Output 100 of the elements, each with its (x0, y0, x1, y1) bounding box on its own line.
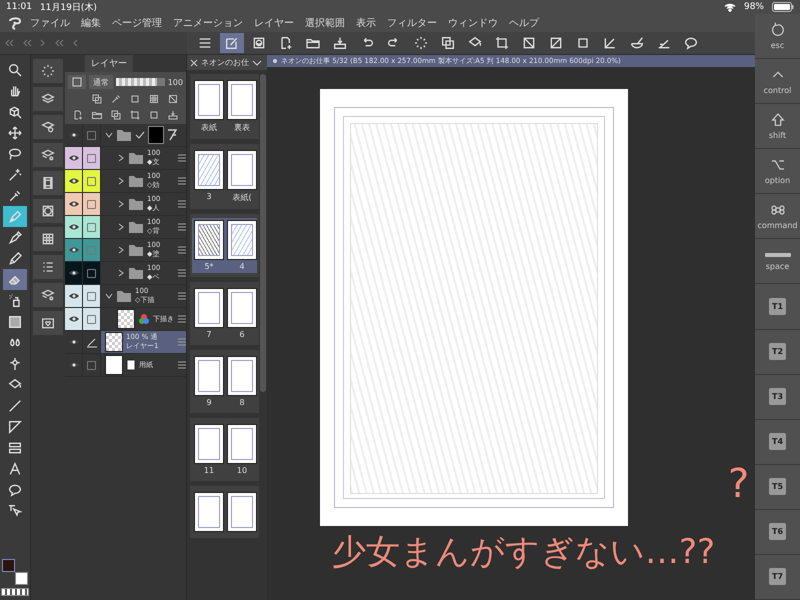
eye-icon[interactable] (68, 223, 80, 231)
drag-handle-icon[interactable] (178, 154, 186, 162)
eye-icon[interactable] (68, 269, 80, 277)
drag-handle-icon[interactable] (178, 315, 186, 323)
menu-item[interactable]: アニメーション (168, 16, 248, 30)
checkbox[interactable] (87, 246, 96, 254)
checkbox[interactable] (87, 360, 96, 370)
dotted-circle-button[interactable] (33, 59, 63, 83)
folder-icon[interactable] (91, 109, 103, 121)
chevron-icon[interactable] (105, 292, 113, 300)
grid-icon[interactable] (148, 93, 160, 105)
shortcut-key[interactable]: T4 (755, 420, 800, 465)
collapse-arrows-icon[interactable] (54, 39, 64, 47)
transparent-color-swatch[interactable] (1, 588, 29, 596)
checkbox[interactable] (87, 314, 96, 324)
drag-handle-icon[interactable] (178, 361, 186, 369)
tray-icon[interactable] (167, 109, 179, 121)
page-thumbnail[interactable] (227, 150, 257, 190)
shortcut-key[interactable]: T1 (755, 284, 800, 330)
chevron-left-icon[interactable] (72, 39, 78, 47)
menu-item[interactable]: レイヤー (249, 16, 299, 30)
close-icon[interactable] (190, 58, 198, 66)
shortcut-key[interactable]: T3 (755, 374, 800, 420)
eye-icon[interactable] (68, 338, 80, 346)
page-thumbnail[interactable] (194, 492, 224, 532)
drag-handle-icon[interactable] (178, 177, 186, 185)
eyedropper-icon[interactable] (110, 93, 122, 105)
layers-gear-button[interactable] (33, 143, 63, 167)
eye-icon[interactable] (68, 246, 80, 254)
drag-handle-icon[interactable] (178, 338, 186, 346)
page-thumbnail[interactable] (227, 356, 257, 396)
opacity-slider[interactable] (116, 78, 165, 86)
main-color-swatch[interactable] (2, 559, 15, 572)
layer-row[interactable] (65, 124, 186, 147)
menu-item[interactable]: ページ管理 (107, 16, 167, 30)
menu-item[interactable]: フィルター (382, 16, 442, 30)
page-thumbnail[interactable] (194, 80, 224, 120)
page-thumbnail[interactable] (227, 80, 257, 120)
page-thumbnail[interactable] (194, 424, 224, 464)
eye-icon[interactable] (68, 315, 80, 323)
eye-icon[interactable] (68, 361, 80, 369)
checkbox[interactable] (87, 222, 96, 232)
checkbox[interactable] (87, 130, 96, 140)
page-thumbnail[interactable] (227, 492, 257, 532)
chevron-icon[interactable] (117, 154, 125, 162)
blend-mode-select[interactable]: 通常 (89, 75, 113, 89)
eye-icon[interactable] (68, 177, 80, 185)
page-thumbnail[interactable] (194, 356, 224, 396)
shortcut-key[interactable]: space (755, 239, 800, 284)
app-logo-icon[interactable] (6, 16, 24, 30)
page-thumbnail[interactable] (194, 288, 224, 328)
page-thumbnail[interactable] (227, 424, 257, 464)
collapse-arrows-icon[interactable] (4, 39, 14, 47)
page-thumbnail[interactable] (194, 150, 224, 190)
menu-item[interactable]: ファイル (25, 16, 75, 30)
menu-item[interactable]: 表示 (351, 16, 381, 30)
chevron-icon[interactable] (117, 246, 125, 254)
rounded-square-icon[interactable] (148, 109, 160, 121)
pen-square-button[interactable] (220, 33, 244, 53)
eye-icon[interactable] (68, 200, 80, 208)
shortcut-key[interactable]: T5 (755, 464, 800, 510)
pen-icon[interactable] (86, 336, 98, 348)
eye-icon[interactable] (68, 292, 80, 300)
page-thumbnail[interactable] (227, 288, 257, 328)
shortcut-key[interactable]: T2 (755, 330, 800, 375)
overlapping-squares-icon[interactable] (110, 109, 122, 121)
checkbox[interactable] (87, 154, 96, 162)
eye-icon[interactable] (68, 154, 80, 162)
collapse-arrows-icon[interactable] (22, 39, 32, 47)
drag-handle-icon[interactable] (178, 269, 186, 277)
overlapping-squares-icon[interactable] (91, 93, 103, 105)
shortcut-key[interactable]: T6 (755, 510, 800, 555)
drag-handle-icon[interactable] (178, 246, 186, 254)
layers-circle-button[interactable] (33, 115, 63, 139)
page-thumbnail[interactable] (194, 220, 224, 260)
checkbox[interactable] (87, 176, 96, 186)
shortcut-key[interactable]: T7 (755, 554, 800, 600)
layer-color-select[interactable] (68, 75, 86, 89)
shortcut-key[interactable]: shift (755, 104, 800, 150)
scrollbar[interactable] (260, 74, 266, 392)
layers-gear-button[interactable] (33, 283, 63, 307)
heart-folder-button[interactable] (33, 311, 63, 335)
menu-item[interactable]: 選択範囲 (300, 16, 350, 30)
grid-button[interactable] (33, 227, 63, 251)
chevron-icon[interactable] (117, 269, 125, 277)
film-button[interactable] (33, 171, 63, 195)
checkbox[interactable] (87, 292, 96, 300)
drag-handle-icon[interactable] (178, 223, 186, 231)
menu-item[interactable]: ウィンドウ (443, 16, 503, 30)
chevron-icon[interactable] (117, 223, 125, 231)
shortcut-key[interactable]: control (755, 59, 800, 104)
rounded-square-icon[interactable] (129, 93, 141, 105)
chevron-icon[interactable] (117, 200, 125, 208)
dropdown-chevron-icon[interactable] (252, 58, 262, 66)
menu-item[interactable]: ヘルプ (504, 16, 544, 30)
shortcut-key[interactable]: esc (755, 14, 800, 60)
list-button[interactable] (33, 255, 63, 279)
menu-item[interactable]: 編集 (76, 16, 106, 30)
eye-icon[interactable] (68, 131, 80, 139)
chevron-icon[interactable] (117, 177, 125, 185)
